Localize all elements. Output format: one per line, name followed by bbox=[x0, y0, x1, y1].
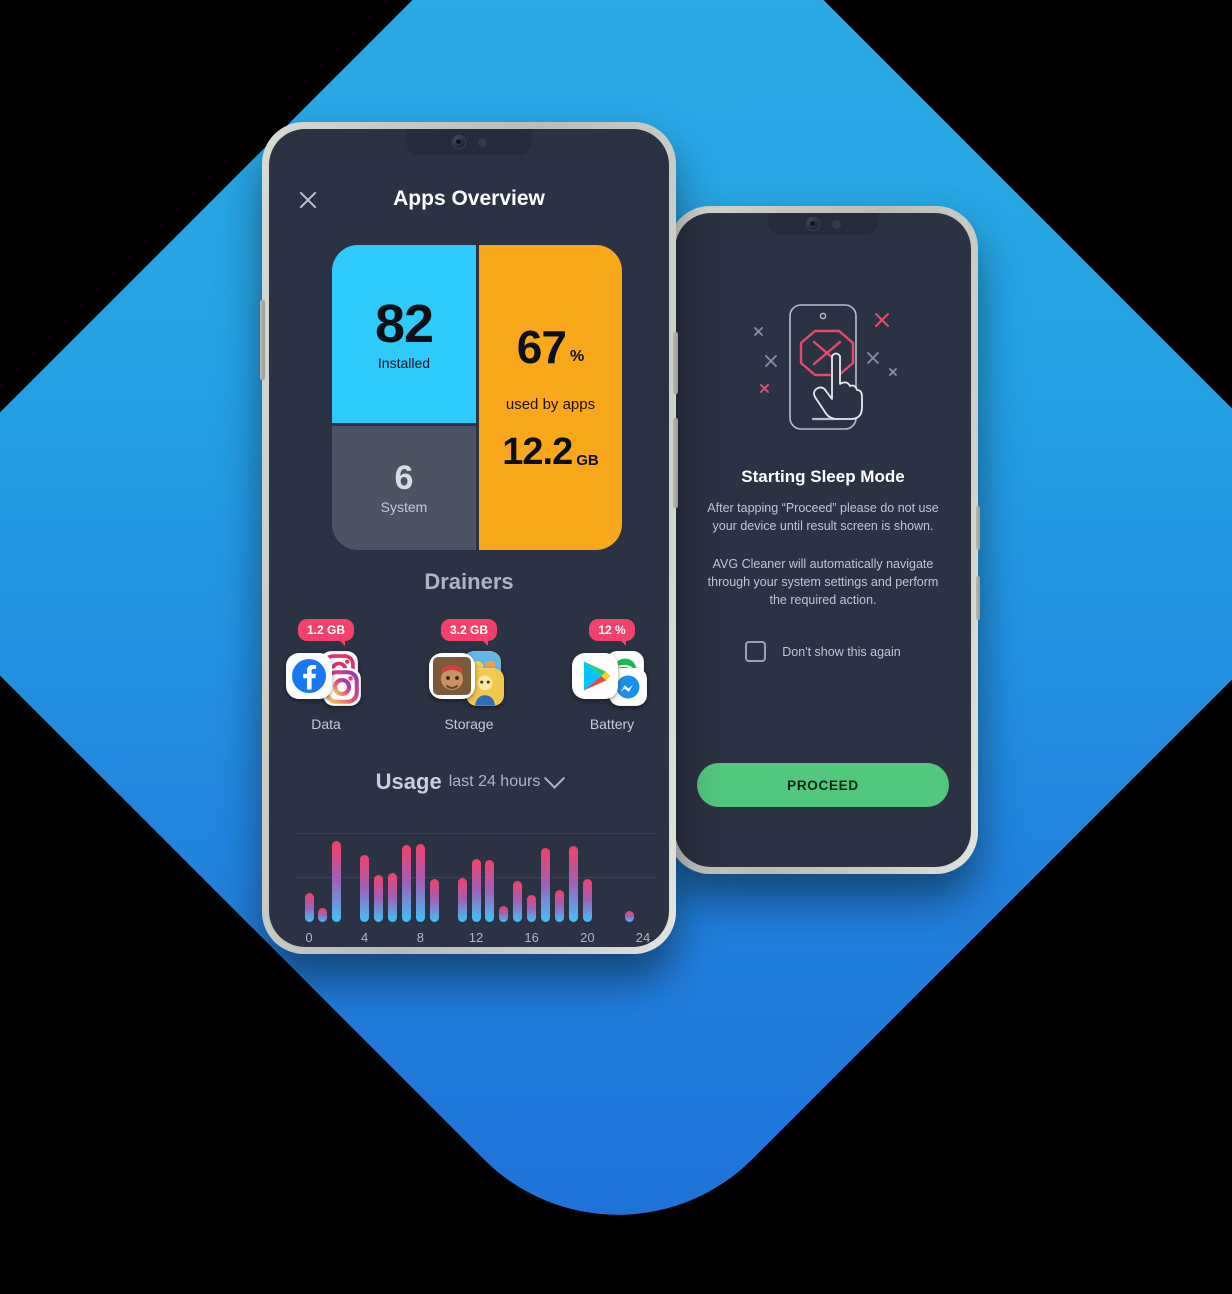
drainer-icon-stack bbox=[572, 647, 652, 709]
back-phone-volume-button[interactable] bbox=[976, 576, 980, 620]
chart-bar bbox=[513, 880, 523, 922]
chart-bar bbox=[318, 907, 328, 922]
drainer-item-battery[interactable]: 12 % Battery bbox=[569, 619, 655, 732]
chart-bar bbox=[527, 894, 537, 922]
usage-percent-unit: % bbox=[569, 348, 585, 365]
installed-apps-value: 82 bbox=[374, 293, 434, 354]
drainer-item-data[interactable]: 1.2 GB Data bbox=[283, 619, 369, 732]
front-phone-power-button[interactable] bbox=[673, 332, 678, 394]
usage-percent-row: 67 % bbox=[517, 324, 584, 370]
front-camera-icon bbox=[451, 135, 466, 149]
chart-bar bbox=[415, 843, 425, 922]
chart-x-tick-label: 16 bbox=[524, 930, 539, 945]
installed-apps-label: Installed bbox=[377, 354, 431, 371]
chart-bar bbox=[332, 841, 342, 922]
stats-cards: 82 Installed 6 System 67 % used by apps bbox=[332, 245, 622, 550]
dont-show-again-checkbox[interactable] bbox=[745, 641, 767, 662]
chart-x-tick-label: 20 bbox=[580, 930, 595, 945]
usage-size-row: 12.2 GB bbox=[502, 433, 598, 471]
chart-bar bbox=[429, 878, 439, 922]
drainer-badge: 12 % bbox=[589, 619, 635, 646]
sleep-mode-paragraph-1: After tapping “Proceed” please do not us… bbox=[707, 501, 939, 533]
drainers-list: 1.2 GB Data 3.2 GB Storage 12 % Battery bbox=[269, 619, 669, 732]
chart-bar bbox=[485, 860, 495, 922]
drainer-label: Storage bbox=[444, 716, 494, 732]
poster-stage: Starting Sleep Mode After tapping “Proce… bbox=[0, 0, 1232, 1294]
installed-apps-card[interactable]: 82 Installed bbox=[332, 245, 476, 423]
usage-bar-chart[interactable]: 0 4 8 12 16 20 24 bbox=[295, 814, 657, 947]
chart-x-axis: 0 4 8 12 16 20 24 bbox=[295, 930, 657, 947]
system-apps-value: 6 bbox=[394, 459, 414, 497]
chart-bar bbox=[304, 892, 314, 922]
chart-bar bbox=[401, 844, 411, 922]
proceed-button[interactable]: PROCEED bbox=[697, 763, 949, 807]
drainer-label: Battery bbox=[589, 716, 635, 732]
chart-bar bbox=[624, 910, 634, 922]
drainers-title: Drainers bbox=[424, 569, 514, 594]
usage-percent-value: 67 bbox=[516, 321, 567, 373]
chart-bar bbox=[457, 878, 467, 922]
drainer-badge: 3.2 GB bbox=[440, 619, 497, 646]
back-phone-device: Starting Sleep Mode After tapping “Proce… bbox=[666, 206, 980, 874]
chart-bar bbox=[541, 848, 551, 922]
dont-show-again-label: Don't show this again bbox=[782, 644, 901, 659]
front-phone-notch bbox=[406, 129, 532, 155]
sleep-mode-paragraph-2: AVG Cleaner will automatically navigate … bbox=[707, 557, 939, 607]
chart-bar bbox=[388, 872, 397, 922]
system-apps-label: System bbox=[380, 499, 428, 515]
front-phone-screen: Apps Overview 82 Installed 6 System 67 %… bbox=[269, 129, 669, 947]
chart-x-tick-label: 12 bbox=[468, 930, 484, 945]
chart-x-tick-label: 0 bbox=[305, 930, 313, 945]
page-title: Apps Overview bbox=[393, 187, 545, 210]
close-icon[interactable] bbox=[295, 187, 321, 213]
chart-bar bbox=[471, 858, 481, 922]
chart-bar bbox=[360, 855, 370, 922]
sleep-mode-title: Starting Sleep Mode bbox=[741, 467, 905, 486]
back-phone-screen: Starting Sleep Mode After tapping “Proce… bbox=[675, 213, 971, 867]
google-play-icon bbox=[572, 653, 618, 699]
facebook-icon bbox=[286, 653, 332, 699]
chart-bar bbox=[582, 878, 592, 922]
chart-x-tick-label: 8 bbox=[416, 930, 424, 945]
chart-x-tick-label: 4 bbox=[361, 930, 369, 945]
drainer-item-storage[interactable]: 3.2 GB Storage bbox=[426, 619, 512, 732]
usage-title: Usage bbox=[375, 769, 442, 794]
stats-cards-left-column: 82 Installed 6 System bbox=[332, 245, 476, 550]
phone-blocked-tap-icon bbox=[754, 304, 897, 430]
back-phone-power-button[interactable] bbox=[976, 506, 980, 550]
usage-size-unit: GB bbox=[576, 452, 599, 469]
drainer-icon-stack bbox=[429, 647, 509, 709]
usage-section-header: Usage last 24 hours bbox=[269, 767, 669, 795]
chart-bar bbox=[499, 906, 509, 922]
chevron-down-icon[interactable] bbox=[544, 767, 566, 789]
storage-usage-card[interactable]: 67 % used by apps 12.2 GB bbox=[479, 245, 622, 550]
drainer-badge: 1.2 GB bbox=[297, 619, 354, 646]
front-phone-side-button[interactable] bbox=[673, 418, 678, 508]
system-apps-card[interactable]: 6 System bbox=[332, 426, 476, 550]
chart-x-tick-label: 24 bbox=[635, 930, 651, 945]
chart-bar bbox=[568, 846, 578, 922]
front-phone-volume-button[interactable] bbox=[260, 300, 265, 380]
drainer-label: Data bbox=[311, 716, 341, 732]
usage-subtitle: last 24 hours bbox=[448, 773, 541, 790]
front-phone-device: Apps Overview 82 Installed 6 System 67 %… bbox=[260, 122, 678, 954]
chart-bars bbox=[295, 834, 657, 922]
dont-show-again-row[interactable]: Don't show this again bbox=[745, 641, 901, 662]
drainer-icon-stack bbox=[286, 647, 366, 709]
app-bar: Apps Overview bbox=[269, 185, 669, 221]
usage-caption: used by apps bbox=[505, 396, 596, 413]
proximity-sensor-icon bbox=[477, 137, 487, 147]
game-app-icon bbox=[429, 653, 475, 699]
chart-bar bbox=[374, 875, 384, 922]
chart-bar bbox=[555, 890, 564, 922]
usage-size-value: 12.2 bbox=[502, 431, 573, 473]
